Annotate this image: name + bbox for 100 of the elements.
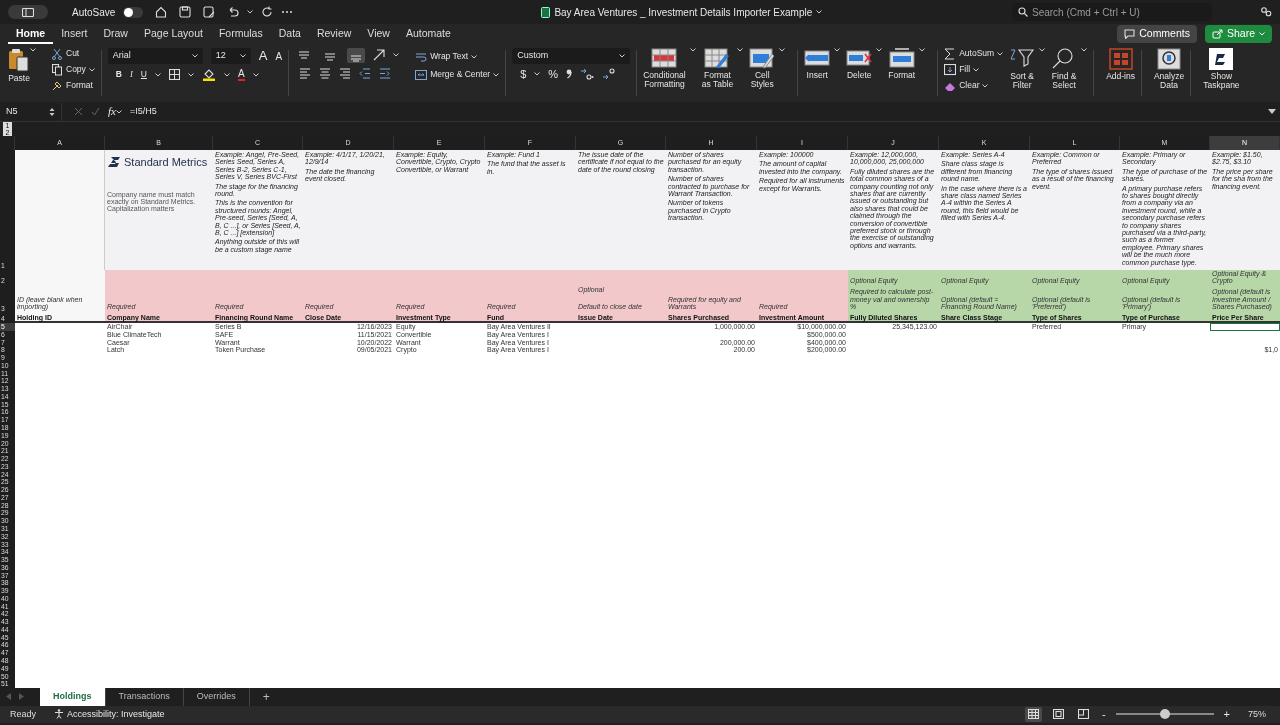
grow-font-button[interactable]: A (258, 48, 268, 64)
autosum-button[interactable]: AutoSum (944, 48, 1004, 60)
delete-cells-icon (846, 48, 873, 69)
menu-tab[interactable]: Page Layout (135, 24, 211, 44)
ribbon-button[interactable]: Format (888, 48, 916, 81)
confirm-icon (91, 107, 100, 116)
clipboard-icon (8, 48, 30, 72)
align-center-icon[interactable] (319, 66, 332, 80)
normal-view-button[interactable] (1024, 706, 1042, 723)
cut-button[interactable]: Cut (52, 48, 95, 60)
undo-icon[interactable] (227, 6, 240, 18)
format-painter-button[interactable]: Format (52, 80, 95, 92)
zoom-level: 75% (1248, 707, 1266, 721)
autosave-toggle[interactable] (123, 6, 144, 18)
ribbon-button[interactable]: Show Taskpane (1203, 48, 1240, 91)
format-table-icon (704, 48, 731, 69)
clear-button[interactable]: Clear (944, 80, 1004, 92)
menu-tab[interactable]: Insert (53, 24, 96, 44)
insert-cells-icon (804, 48, 831, 69)
menu-tab[interactable]: Draw (95, 24, 136, 44)
ribbon-button[interactable]: Find & Select (1051, 48, 1078, 91)
menu-tab[interactable]: Automate (397, 24, 459, 44)
sidebar-button[interactable] (8, 5, 48, 19)
redo-icon[interactable] (261, 6, 274, 18)
analyze-data-icon (1156, 48, 1183, 70)
align-lines-icon (298, 49, 311, 62)
insert-function-button[interactable]: fx (108, 105, 116, 118)
search-field[interactable]: Search (Cmd + Ctrl + U) (1012, 3, 1212, 21)
shrink-font-button[interactable]: A (275, 50, 283, 62)
ribbon-button[interactable]: Format as Table (701, 48, 734, 90)
menu-tab[interactable]: Formulas (210, 24, 271, 44)
borders-icon[interactable] (168, 69, 180, 80)
paste-button[interactable]: Paste (8, 48, 30, 84)
logo-mark-icon (107, 156, 121, 169)
share-button[interactable]: Share (1204, 25, 1272, 43)
font-color-button[interactable]: A (237, 68, 245, 81)
zoom-thumb[interactable] (1159, 709, 1170, 720)
document-icon (541, 6, 551, 18)
increase-decimal-icon[interactable] (580, 68, 595, 81)
autosave-label: AutoSave (72, 5, 116, 20)
decrease-decimal-icon[interactable] (602, 68, 617, 81)
cancel-icon (74, 107, 83, 116)
share-icon (1211, 29, 1223, 39)
ribbon-button[interactable]: Add-ins (1106, 48, 1135, 82)
accessibility-button[interactable]: Accessibility: Investigate (54, 709, 165, 720)
ribbon-button[interactable]: Sort & Filter (1009, 48, 1036, 91)
grid-icon (1027, 709, 1039, 720)
align-right-icon[interactable] (339, 66, 352, 80)
wrap-text-button[interactable]: Wrap Text (415, 52, 500, 62)
taskpane-logo-icon (1208, 48, 1235, 70)
italic-button[interactable]: I (130, 69, 133, 80)
people-icon[interactable] (1260, 6, 1272, 18)
zoom-out-button[interactable]: - (1101, 708, 1106, 721)
fill-color-icon[interactable] (201, 68, 216, 81)
sheet-tab[interactable]: Transactions (105, 688, 184, 706)
paintbrush-icon (52, 80, 63, 92)
bold-button[interactable]: B (115, 69, 122, 80)
increase-indent-icon[interactable] (379, 66, 392, 80)
merge-center-button[interactable]: Merge & Center (415, 70, 500, 80)
active-cell[interactable] (1210, 323, 1280, 331)
menu-tab[interactable]: Data (270, 24, 309, 44)
font-name-dropdown[interactable]: Arial (107, 48, 203, 64)
conditional-formatting-icon (651, 48, 678, 69)
decrease-indent-icon[interactable] (359, 66, 372, 80)
stepper-icon (49, 106, 55, 117)
percent-button[interactable]: % (548, 68, 559, 81)
number-format-dropdown[interactable]: Custom (512, 48, 631, 64)
comment-icon (1124, 29, 1136, 39)
expand-icon[interactable] (1268, 108, 1276, 115)
zoom-in-button[interactable]: + (1223, 708, 1230, 721)
name-box[interactable]: N5 (0, 102, 62, 121)
home-icon[interactable] (155, 6, 168, 18)
ribbon-button[interactable]: Conditional Formatting (643, 48, 686, 90)
eraser-icon (944, 80, 957, 92)
ribbon-button[interactable]: Delete (846, 48, 873, 81)
bottom-align-button[interactable] (347, 48, 366, 63)
menu-tab[interactable]: Review (308, 24, 360, 44)
save-icon[interactable] (179, 6, 192, 18)
align-left-icon[interactable] (299, 66, 312, 80)
ribbon-button[interactable]: Analyze Data (1153, 48, 1185, 91)
format-cells-icon (888, 48, 915, 69)
wrap-icon (415, 52, 428, 62)
save-as-icon[interactable] (203, 6, 216, 18)
currency-button[interactable]: $ (520, 68, 527, 81)
accessibility-icon (54, 709, 64, 720)
add-sheet-button[interactable]: + (249, 688, 283, 706)
copy-button[interactable]: Copy (52, 64, 95, 76)
comma-style-icon[interactable] (566, 69, 573, 80)
ribbon-button[interactable]: Insert (804, 48, 831, 81)
underline-button[interactable]: U (140, 69, 147, 80)
sheet-tab[interactable]: Overrides (183, 688, 250, 706)
fill-down-icon (944, 64, 957, 76)
menu-tab[interactable]: View (359, 24, 398, 44)
sigma-icon (944, 48, 957, 60)
fill-button[interactable]: Fill (944, 64, 1004, 76)
comments-button[interactable]: Comments (1117, 25, 1197, 43)
orientation-icon[interactable] (373, 49, 386, 62)
ribbon-button[interactable]: Cell Styles (749, 48, 776, 90)
font-size-dropdown[interactable]: 12 (210, 48, 251, 64)
page-break-icon (1077, 709, 1089, 720)
